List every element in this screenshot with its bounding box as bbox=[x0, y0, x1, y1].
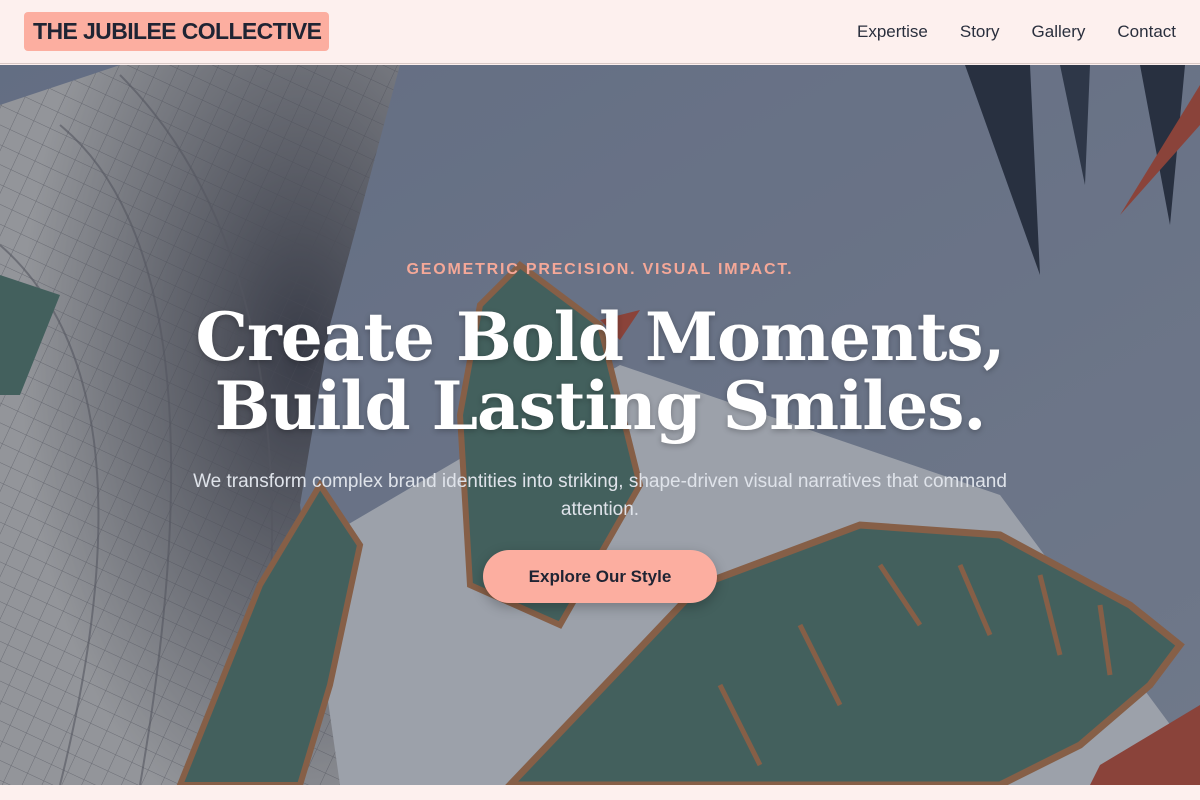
site-header: THE JUBILEE COLLECTIVE Expertise Story G… bbox=[0, 0, 1200, 64]
hero-section: GEOMETRIC PRECISION. VISUAL IMPACT. Crea… bbox=[0, 65, 1200, 785]
nav-link-story[interactable]: Story bbox=[960, 22, 1000, 42]
hero-headline-line-1: Create Bold Moments, bbox=[195, 298, 1005, 376]
hero-content: GEOMETRIC PRECISION. VISUAL IMPACT. Crea… bbox=[0, 65, 1200, 785]
nav-link-gallery[interactable]: Gallery bbox=[1032, 22, 1086, 42]
nav-link-expertise[interactable]: Expertise bbox=[857, 22, 928, 42]
main-nav: Expertise Story Gallery Contact bbox=[857, 22, 1176, 42]
hero-subtitle: We transform complex brand identities in… bbox=[193, 471, 1007, 520]
nav-link-contact[interactable]: Contact bbox=[1117, 22, 1176, 42]
page-bottom-strip bbox=[0, 785, 1200, 800]
hero-headline-line-2: Build Lasting Smiles. bbox=[214, 367, 987, 445]
hero-eyebrow: GEOMETRIC PRECISION. VISUAL IMPACT. bbox=[406, 261, 794, 278]
hero-headline: Create Bold Moments, Build Lasting Smile… bbox=[0, 303, 1200, 441]
site-logo[interactable]: THE JUBILEE COLLECTIVE bbox=[24, 12, 330, 51]
explore-style-button[interactable]: Explore Our Style bbox=[483, 550, 717, 603]
